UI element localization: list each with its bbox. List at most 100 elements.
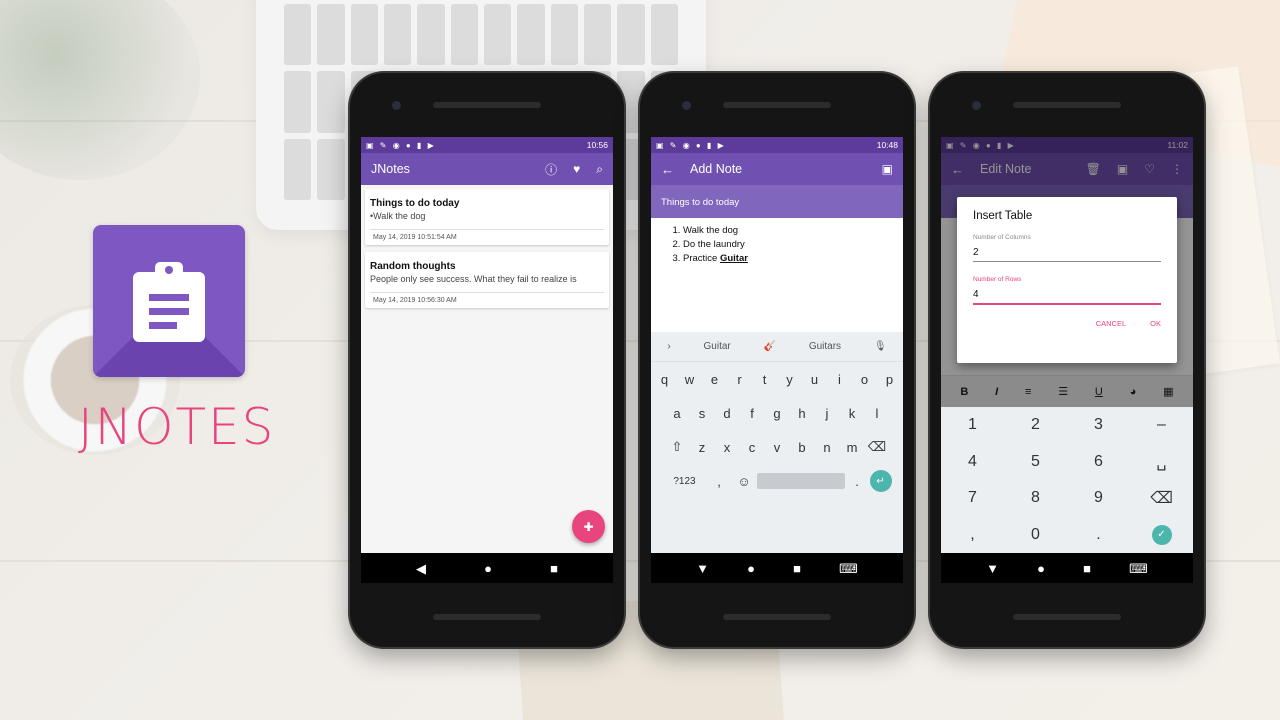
key[interactable]: d [715, 406, 740, 421]
back-arrow-icon[interactable]: ← [661, 162, 674, 177]
key[interactable]: r [727, 372, 752, 387]
search-icon[interactable]: ⌕ [596, 162, 603, 177]
key[interactable]: 7 [968, 489, 977, 507]
period-key[interactable]: . [845, 474, 870, 489]
keyboard-row: a s d f g h j k l [651, 396, 903, 430]
brand-name: JNOTES [78, 398, 276, 456]
home-icon[interactable]: ● [1037, 562, 1045, 575]
key[interactable]: o [852, 372, 877, 387]
ok-button[interactable]: OK [1150, 319, 1161, 328]
key[interactable]: a [665, 406, 690, 421]
keyboard-icon[interactable]: ⌨ [839, 562, 858, 575]
key[interactable]: e [702, 372, 727, 387]
note-title: Random thoughts [370, 261, 456, 272]
suggestion[interactable]: Guitar [704, 341, 731, 352]
back-icon[interactable]: ◀ [416, 562, 426, 575]
key[interactable]: p [877, 372, 902, 387]
symbols-key[interactable]: ?123 [663, 476, 707, 487]
key[interactable]: g [765, 406, 790, 421]
speaker [723, 102, 831, 108]
note-editor[interactable]: Walk the dog Do the laundry Practice Gui… [651, 218, 903, 348]
speaker-bottom [433, 614, 541, 620]
key[interactable]: m [840, 440, 865, 455]
key[interactable]: 9 [1094, 489, 1103, 507]
emoji-icon[interactable]: ☺ [732, 474, 757, 489]
key[interactable]: q [652, 372, 677, 387]
recents-icon[interactable]: ■ [1083, 562, 1091, 575]
columns-label: Number of Columns [973, 234, 1031, 241]
status-bar: ▣ ✎ ◉ ● ▮ ▶ 10:48 [651, 137, 903, 153]
key[interactable]: y [777, 372, 802, 387]
recents-icon[interactable]: ■ [793, 562, 801, 575]
note-title-field[interactable]: Things to do today [651, 185, 903, 218]
keyboard: › Guitar 🎸 Guitars 🎙 q w e r t y u i o p… [651, 332, 903, 553]
status-time: 10:56 [586, 140, 608, 150]
home-icon[interactable]: ● [747, 562, 755, 575]
rows-field[interactable]: 4 [973, 283, 1161, 305]
key[interactable]: v [765, 440, 790, 455]
key[interactable]: s [690, 406, 715, 421]
back-icon[interactable]: ▼ [986, 562, 999, 575]
key[interactable]: 6 [1094, 453, 1103, 471]
chevron-right-icon[interactable]: › [667, 341, 670, 352]
note-date: May 14, 2019 10:56:30 AM [370, 292, 604, 308]
space-icon[interactable]: ␣ [1156, 452, 1166, 472]
key[interactable]: l [865, 406, 890, 421]
note-card[interactable]: Random thoughts People only see success.… [365, 252, 609, 308]
info-icon[interactable]: ⓘ [545, 161, 557, 178]
heart-icon[interactable]: ♥ [573, 162, 580, 176]
key[interactable]: . [1096, 526, 1100, 544]
key[interactable]: 0 [1031, 526, 1040, 544]
app-title: JNotes [371, 162, 410, 176]
save-icon[interactable]: ▣ [882, 162, 893, 176]
screen: ▣ ✎ ◉ ● ▮ ▶ 11:02 ← Edit Note 🗑 ▣ ♡ ⋮ B … [941, 137, 1193, 553]
add-note-icon: ✚ [583, 519, 594, 534]
key[interactable]: , [970, 526, 974, 544]
key[interactable]: i [827, 372, 852, 387]
home-icon[interactable]: ● [484, 562, 492, 575]
key[interactable]: 4 [968, 453, 977, 471]
key[interactable]: z [690, 440, 715, 455]
list-item: Walk the dog [683, 224, 893, 238]
key[interactable]: u [802, 372, 827, 387]
shift-icon[interactable]: ⇧ [665, 439, 690, 455]
comma-key[interactable]: , [707, 474, 732, 489]
key[interactable]: k [840, 406, 865, 421]
keyboard-row: ⇧ z x c v b n m ⌫ [651, 430, 903, 464]
key[interactable]: f [740, 406, 765, 421]
columns-field[interactable]: 2 [973, 241, 1161, 262]
backspace-icon[interactable]: ⌫ [865, 439, 890, 455]
enter-key[interactable]: ↵ [869, 470, 892, 492]
back-icon[interactable]: ▼ [696, 562, 709, 575]
suggestion-strip: › Guitar 🎸 Guitars 🎙 [651, 332, 903, 362]
key[interactable]: – [1157, 416, 1166, 434]
suggestion[interactable]: Guitars [809, 341, 841, 352]
key[interactable]: 8 [1031, 489, 1040, 507]
camera [972, 101, 981, 110]
key[interactable]: c [740, 440, 765, 455]
key[interactable]: 5 [1031, 453, 1040, 471]
key[interactable]: t [752, 372, 777, 387]
key[interactable]: j [815, 406, 840, 421]
phone-edit-note: ▣ ✎ ◉ ● ▮ ▶ 11:02 ← Edit Note 🗑 ▣ ♡ ⋮ B … [930, 73, 1204, 647]
done-key[interactable]: ✓ [1151, 524, 1172, 545]
key[interactable]: 1 [968, 416, 977, 434]
key[interactable]: h [790, 406, 815, 421]
note-card[interactable]: Things to do today •Walk the dog May 14,… [365, 189, 609, 245]
key[interactable]: b [790, 440, 815, 455]
key[interactable]: x [715, 440, 740, 455]
microphone-icon[interactable]: 🎙 [874, 341, 887, 352]
key[interactable]: w [677, 372, 702, 387]
key[interactable]: n [815, 440, 840, 455]
add-note-button[interactable]: ✚ [572, 510, 605, 543]
cancel-button[interactable]: CANCEL [1096, 319, 1126, 328]
keyboard-icon[interactable]: ⌨ [1129, 562, 1148, 575]
rows-label: Number of Rows [973, 276, 1022, 283]
suggestion[interactable]: 🎸 [764, 341, 776, 352]
space-key[interactable] [756, 473, 845, 489]
status-time: 10:48 [876, 140, 898, 150]
recents-icon[interactable]: ■ [550, 562, 558, 575]
backspace-icon[interactable]: ⌫ [1150, 488, 1173, 508]
key[interactable]: 2 [1031, 416, 1040, 434]
key[interactable]: 3 [1094, 416, 1103, 434]
